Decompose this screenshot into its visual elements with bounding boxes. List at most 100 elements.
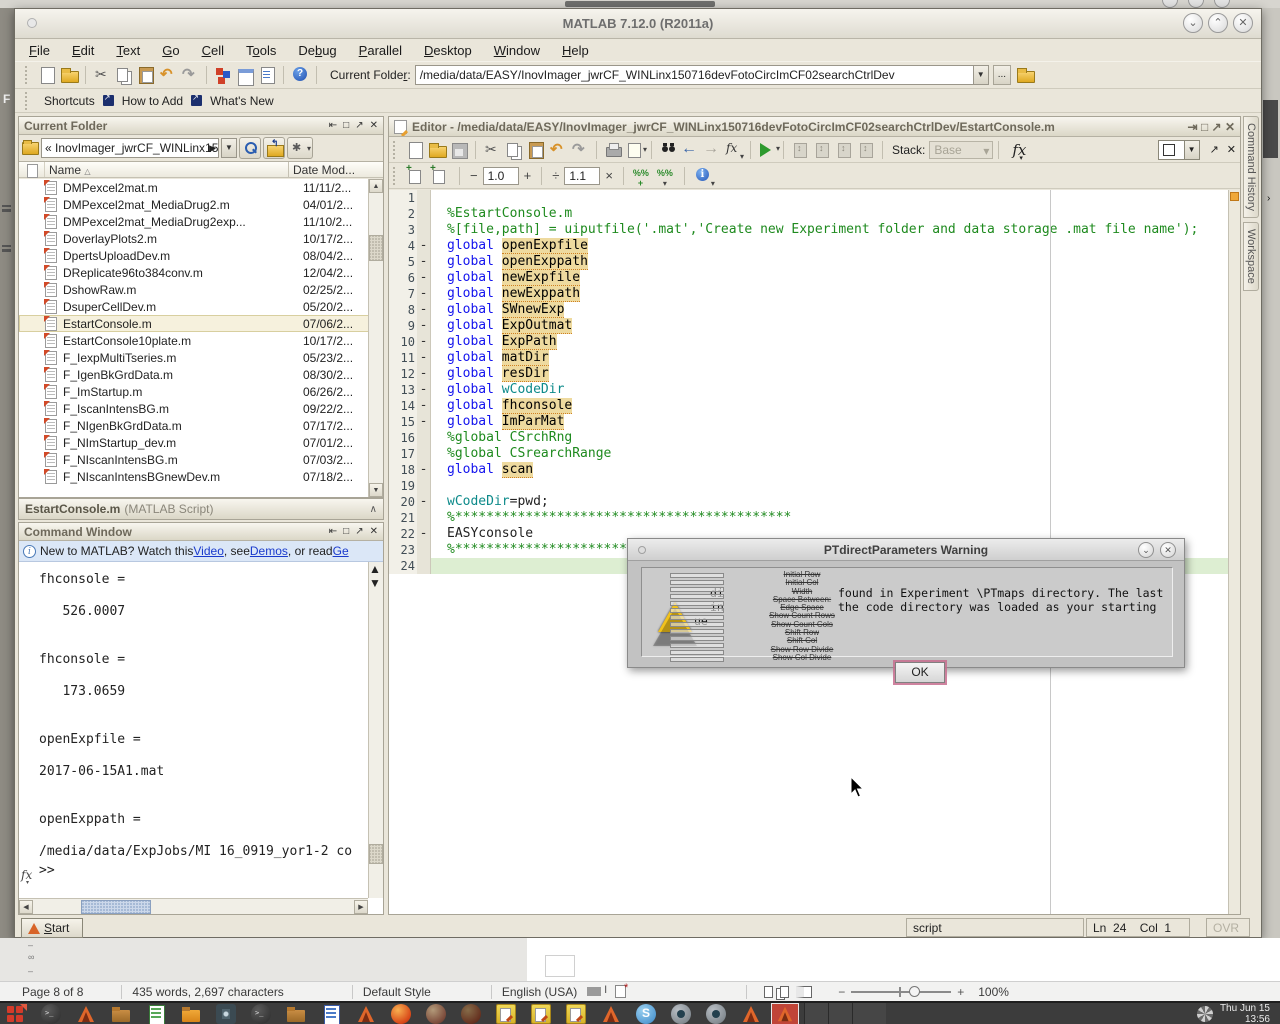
matlab-taskbar-icon[interactable] <box>76 1004 96 1024</box>
overwrite-mode-icon[interactable] <box>587 987 601 996</box>
go-back-icon[interactable] <box>680 140 700 160</box>
image-viewer-taskbar-icon[interactable] <box>216 1004 236 1024</box>
undock-icon[interactable]: ↗ <box>355 120 363 131</box>
paste-icon[interactable] <box>526 140 546 160</box>
matlab-taskbar-icon[interactable] <box>741 1004 761 1024</box>
info-icon[interactable] <box>693 166 713 186</box>
breakpoint-lane[interactable]: - <box>417 414 431 430</box>
layout-dropdown[interactable]: ▼ <box>1158 140 1200 160</box>
code-line-17[interactable]: 17%global CSrearchRange <box>389 446 1240 462</box>
tab-command-history[interactable]: Command History <box>1243 116 1259 218</box>
breakpoint-lane[interactable]: - <box>417 398 431 414</box>
file-row[interactable]: F_NIgenBkGrdData.m07/17/2... <box>19 417 383 434</box>
notebook-icon[interactable] <box>257 65 277 85</box>
divide-button[interactable]: ÷ <box>552 168 559 183</box>
file-row[interactable]: DshowRaw.m02/25/2... <box>19 281 383 298</box>
chevron-down-icon[interactable]: ▼ <box>1184 141 1199 159</box>
file-row[interactable]: DsuperCellDev.m05/20/2... <box>19 298 383 315</box>
code-line-14[interactable]: 14-global fhconsole <box>389 398 1240 414</box>
print-icon[interactable] <box>603 140 623 160</box>
scroll-down-arrow[interactable]: ▼ <box>369 576 383 590</box>
command-output-area[interactable]: fhconsole = 526.0007 fhconsole = 173.065… <box>19 562 383 914</box>
breakpoint-lane[interactable]: - <box>417 238 431 254</box>
close-button[interactable]: ✕ <box>1233 13 1253 33</box>
code-line-5[interactable]: 5-global openExppath <box>389 254 1240 270</box>
breakpoint-lane[interactable] <box>417 190 431 206</box>
zoom-slider[interactable] <box>851 991 951 993</box>
zoom-percent[interactable]: 100% <box>978 985 1009 999</box>
command-window-vscrollbar[interactable]: ▲ ▼ <box>368 562 383 898</box>
spinner-icon[interactable] <box>1197 1006 1213 1022</box>
value-field[interactable]: 1.0 <box>483 167 519 185</box>
scroll-thumb[interactable] <box>369 844 383 864</box>
menu-text[interactable]: Text <box>116 43 140 58</box>
close-panel-icon[interactable]: ✕ <box>1225 120 1235 134</box>
code-line-16[interactable]: 16%global CSrchRng <box>389 430 1240 446</box>
fx-icon[interactable]: fx <box>1012 141 1026 159</box>
zoom-out-icon[interactable]: − <box>838 985 845 999</box>
toolbar-grip[interactable] <box>25 92 30 110</box>
file-row[interactable]: DReplicate96to384conv.m12/04/2... <box>19 264 383 281</box>
book-view-icon[interactable] <box>796 986 812 998</box>
stack-dropdown[interactable]: Base <box>929 141 993 159</box>
scroll-thumb[interactable] <box>81 900 151 914</box>
matlab-titlebar[interactable]: MATLAB 7.12.0 (R2011a) ⌄ ⌃ ✕ <box>15 9 1261 39</box>
text-document-taskbar-icon[interactable] <box>321 1004 341 1024</box>
undo-icon[interactable] <box>158 65 178 85</box>
up-one-folder-icon[interactable] <box>1015 65 1035 85</box>
skype-taskbar-icon[interactable] <box>636 1004 656 1024</box>
scroll-down-arrow[interactable]: ▼ <box>369 483 383 497</box>
file-row[interactable]: F_NIscanIntensBG.m07/03/2... <box>19 451 383 468</box>
guide-icon[interactable] <box>235 65 255 85</box>
demos-link[interactable]: Demos <box>250 544 288 558</box>
chevron-right-icon[interactable]: ▶ <box>209 143 216 154</box>
editor-titlebar[interactable]: Editor - /media/data/EASY/InovImager_jwr… <box>389 117 1240 137</box>
menu-window[interactable]: Window <box>494 43 540 58</box>
date-column-header[interactable]: Date Mod... <box>288 162 383 177</box>
run-icon[interactable] <box>757 140 777 160</box>
matlab-taskbar-icon[interactable] <box>601 1004 621 1024</box>
ok-button[interactable]: OK <box>895 662 945 683</box>
video-link[interactable]: Video <box>193 544 223 558</box>
close-button[interactable]: ✕ <box>1160 542 1176 558</box>
scroll-right-arrow[interactable]: ▶ <box>354 900 368 914</box>
browse-folder-button[interactable]: ... <box>993 65 1011 85</box>
code-line-4[interactable]: 4-global openExpfile <box>389 238 1240 254</box>
shortcut-icon[interactable] <box>103 95 114 106</box>
text-editor-taskbar-icon[interactable] <box>566 1004 586 1024</box>
file-row[interactable]: F_NIscanIntensBGnewDev.m07/18/2... <box>19 468 383 485</box>
dock-icon[interactable]: ⇤ <box>329 120 337 131</box>
current-folder-input[interactable]: /media/data/EASY/InovImager_jwrCF_WINLin… <box>415 65 973 85</box>
undock-icon[interactable]: ↗ <box>1210 143 1219 156</box>
file-manager-taskbar-icon[interactable] <box>286 1004 306 1024</box>
file-details-bar[interactable]: EstartConsole.m (MATLAB Script) ∧ <box>18 498 384 520</box>
code-line-19[interactable]: 19 <box>389 478 1240 494</box>
breakpoint-lane[interactable]: - <box>417 366 431 382</box>
file-row[interactable]: F_IscanIntensBG.m09/22/2... <box>19 400 383 417</box>
breakpoint-lane[interactable] <box>417 222 431 238</box>
code-line-6[interactable]: 6-global newExpfile <box>389 270 1240 286</box>
code-line-18[interactable]: 18-global scan <box>389 462 1240 478</box>
breakpoint-lane[interactable] <box>417 510 431 526</box>
file-row[interactable]: DMPexcel2mat_MediaDrug2exp...11/10/2... <box>19 213 383 230</box>
evaluate-cell-icon[interactable] <box>632 166 652 186</box>
breakpoint-lane[interactable]: - <box>417 350 431 366</box>
menu-cell[interactable]: Cell <box>202 43 224 58</box>
increase-button[interactable]: + <box>524 168 532 183</box>
word-count[interactable]: 435 words, 2,697 characters <box>132 985 283 999</box>
find-icon[interactable] <box>658 140 678 160</box>
shortcut-icon[interactable] <box>191 95 202 106</box>
breakpoint-lane[interactable]: - <box>417 318 431 334</box>
code-line-7[interactable]: 7-global newExppath <box>389 286 1240 302</box>
redo-icon[interactable] <box>180 65 200 85</box>
fx-icon[interactable]: fx <box>21 868 32 882</box>
name-column-header[interactable]: Name △ <box>45 162 288 177</box>
file-row[interactable]: F_IexpMultiTseries.m05/23/2... <box>19 349 383 366</box>
file-row[interactable]: EstartConsole.m07/06/2... <box>19 315 383 332</box>
code-line-20[interactable]: 20-wCodeDir=pwd; <box>389 494 1240 510</box>
search-icon[interactable] <box>239 137 261 159</box>
folder-path-field[interactable]: « InovImager_jwrCF_WINLinx150...▶ <box>41 138 219 158</box>
dock-icon[interactable]: ⇥ <box>1188 120 1198 134</box>
command-window-header[interactable]: Command Window ⇤ □ ↗ ✕ <box>19 523 383 541</box>
paragraph-style[interactable]: Default Style <box>363 985 431 999</box>
